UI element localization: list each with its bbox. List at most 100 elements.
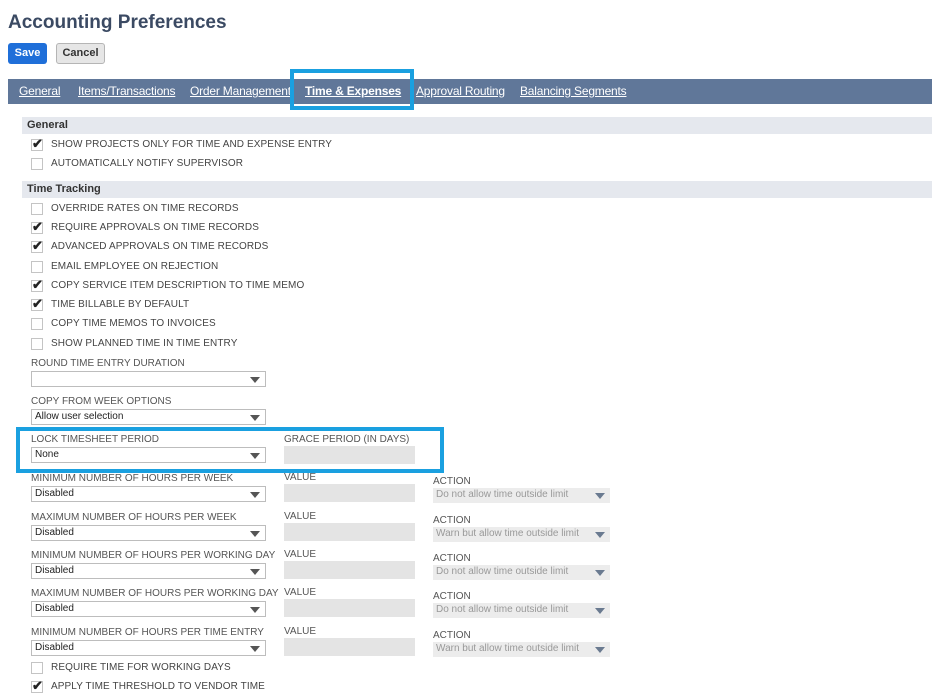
lock-period-label: LOCK TIMESHEET PERIOD xyxy=(31,434,159,445)
checkbox-label: AUTOMATICALLY NOTIFY SUPERVISOR xyxy=(51,158,244,169)
limit-value-input[interactable] xyxy=(284,561,415,579)
save-button[interactable]: Save xyxy=(8,43,47,64)
checkbox-label: SHOW PLANNED TIME IN TIME ENTRY xyxy=(51,338,238,349)
checkmark-icon: ✔ xyxy=(32,277,43,292)
value-label: VALUE xyxy=(284,587,317,598)
checkbox-label: REQUIRE APPROVALS ON TIME RECORDS xyxy=(51,222,259,233)
checkbox[interactable] xyxy=(31,662,43,674)
select-value: Warn but allow time outside limit xyxy=(436,643,580,654)
copy-week-select[interactable]: Allow user selection xyxy=(31,409,266,425)
select-value: None xyxy=(35,449,59,460)
chevron-down-icon xyxy=(595,570,605,576)
lock-period-select[interactable]: None xyxy=(31,447,266,463)
chevron-down-icon xyxy=(250,646,260,652)
select-value: Disabled xyxy=(35,565,74,576)
round-time-label: ROUND TIME ENTRY DURATION xyxy=(31,358,185,369)
tab-approval-routing[interactable]: Approval Routing xyxy=(416,79,505,104)
round-time-select[interactable] xyxy=(31,371,266,387)
action-select[interactable]: Do not allow time outside limit xyxy=(433,603,610,618)
checkbox-label: ADVANCED APPROVALS ON TIME RECORDS xyxy=(51,241,269,252)
limit-label: MINIMUM NUMBER OF HOURS PER WORKING DAY xyxy=(31,550,276,561)
action-label: ACTION xyxy=(433,630,471,641)
tab-general[interactable]: General xyxy=(19,79,60,104)
limit-select[interactable]: Disabled xyxy=(31,640,266,656)
checkbox[interactable]: ✔ xyxy=(31,136,43,151)
chevron-down-icon xyxy=(250,531,260,537)
select-value: Warn but allow time outside limit xyxy=(436,528,580,539)
limit-value-input[interactable] xyxy=(284,599,415,617)
chevron-down-icon xyxy=(250,492,260,498)
limit-label: MINIMUM NUMBER OF HOURS PER TIME ENTRY xyxy=(31,627,264,638)
checkbox[interactable]: ✔ xyxy=(31,678,43,693)
select-value: Do not allow time outside limit xyxy=(436,489,569,500)
limit-select[interactable]: Disabled xyxy=(31,601,266,617)
checkbox[interactable] xyxy=(31,261,43,273)
checkbox[interactable] xyxy=(31,318,43,330)
limit-select[interactable]: Disabled xyxy=(31,563,266,579)
tab-order-management[interactable]: Order Management xyxy=(190,79,291,104)
value-label: VALUE xyxy=(284,511,317,522)
tab-time-expenses[interactable]: Time & Expenses xyxy=(305,79,401,104)
checkbox-label: OVERRIDE RATES ON TIME RECORDS xyxy=(51,203,239,214)
chevron-down-icon xyxy=(595,532,605,538)
select-value: Disabled xyxy=(35,603,74,614)
checkbox[interactable] xyxy=(31,338,43,350)
value-label: VALUE xyxy=(284,472,317,483)
limit-select[interactable]: Disabled xyxy=(31,525,266,541)
checkbox[interactable]: ✔ xyxy=(31,296,43,311)
chevron-down-icon xyxy=(595,647,605,653)
chevron-down-icon xyxy=(595,493,605,499)
checkbox-label: COPY SERVICE ITEM DESCRIPTION TO TIME ME… xyxy=(51,280,305,291)
action-label: ACTION xyxy=(433,553,471,564)
select-value: Disabled xyxy=(35,642,74,653)
checkmark-icon: ✔ xyxy=(32,678,43,693)
checkbox-label: SHOW PROJECTS ONLY FOR TIME AND EXPENSE … xyxy=(51,139,333,150)
checkbox[interactable] xyxy=(31,203,43,215)
action-select[interactable]: Do not allow time outside limit xyxy=(433,565,610,580)
tab-balancing-segments[interactable]: Balancing Segments xyxy=(520,79,627,104)
checkmark-icon: ✔ xyxy=(32,296,43,311)
action-label: ACTION xyxy=(433,515,471,526)
section-time-tracking: Time Tracking xyxy=(22,181,932,198)
action-label: ACTION xyxy=(433,591,471,602)
limit-value-input[interactable] xyxy=(284,638,415,656)
action-select[interactable]: Warn but allow time outside limit xyxy=(433,642,610,657)
checkmark-icon: ✔ xyxy=(32,219,43,234)
checkbox-label: COPY TIME MEMOS TO INVOICES xyxy=(51,318,216,329)
select-value: Disabled xyxy=(35,488,74,499)
chevron-down-icon xyxy=(250,569,260,575)
chevron-down-icon xyxy=(250,607,260,613)
limit-value-input[interactable] xyxy=(284,523,415,541)
checkbox-label: REQUIRE TIME FOR WORKING DAYS xyxy=(51,662,231,673)
checkbox[interactable]: ✔ xyxy=(31,277,43,292)
limit-select[interactable]: Disabled xyxy=(31,486,266,502)
value-label: VALUE xyxy=(284,549,317,560)
checkbox[interactable]: ✔ xyxy=(31,238,43,253)
select-value: Do not allow time outside limit xyxy=(436,604,569,615)
checkbox-label: APPLY TIME THRESHOLD TO VENDOR TIME xyxy=(51,681,265,692)
cancel-button[interactable]: Cancel xyxy=(56,43,105,64)
checkmark-icon: ✔ xyxy=(32,238,43,253)
checkbox-label: TIME BILLABLE BY DEFAULT xyxy=(51,299,190,310)
chevron-down-icon xyxy=(250,415,260,421)
action-select[interactable]: Do not allow time outside limit xyxy=(433,488,610,503)
limit-label: MAXIMUM NUMBER OF HOURS PER WORKING DAY xyxy=(31,588,279,599)
checkmark-icon: ✔ xyxy=(32,136,43,151)
value-label: VALUE xyxy=(284,626,317,637)
select-value: Disabled xyxy=(35,527,74,538)
checkbox[interactable]: ✔ xyxy=(31,219,43,234)
page-title: Accounting Preferences xyxy=(8,12,227,33)
limit-value-input[interactable] xyxy=(284,484,415,502)
action-label: ACTION xyxy=(433,476,471,487)
action-select[interactable]: Warn but allow time outside limit xyxy=(433,527,610,542)
checkbox[interactable] xyxy=(31,158,43,170)
tab-items-transactions[interactable]: Items/Transactions xyxy=(78,79,176,104)
chevron-down-icon xyxy=(595,608,605,614)
grace-period-label: GRACE PERIOD (IN DAYS) xyxy=(284,434,410,445)
limit-label: MAXIMUM NUMBER OF HOURS PER WEEK xyxy=(31,512,237,523)
grace-period-input[interactable] xyxy=(284,446,415,464)
chevron-down-icon xyxy=(250,377,260,383)
chevron-down-icon xyxy=(250,453,260,459)
tab-bar: General Items/Transactions Order Managem… xyxy=(8,79,932,104)
checkbox-label: EMAIL EMPLOYEE ON REJECTION xyxy=(51,261,219,272)
